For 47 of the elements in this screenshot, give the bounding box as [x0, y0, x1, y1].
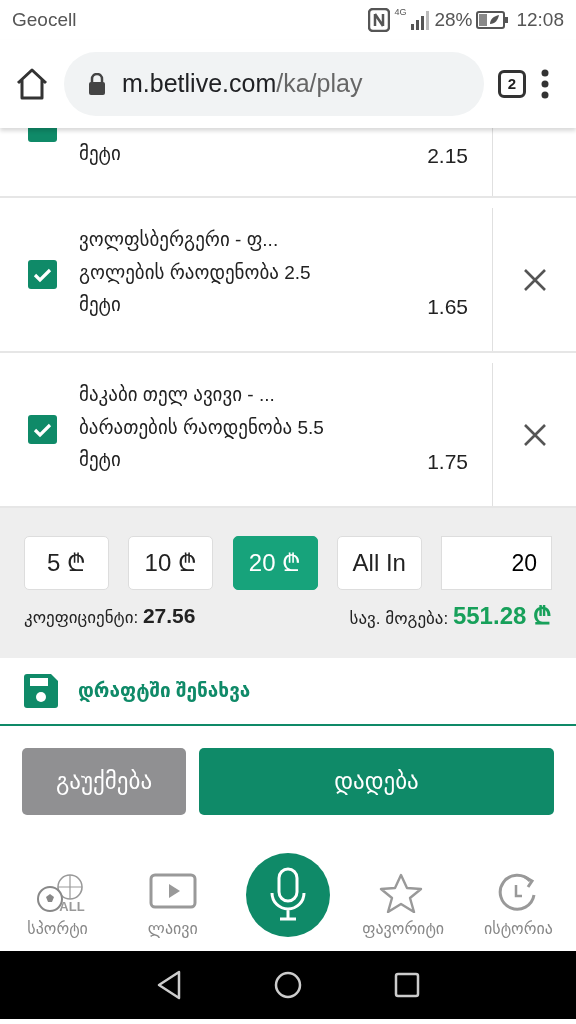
save-icon[interactable]	[24, 674, 58, 708]
checkbox[interactable]	[28, 128, 57, 142]
match-title: მაკაბი თელ ავივი - ...	[79, 383, 276, 408]
nav-tab[interactable]: ლაივი	[147, 873, 198, 941]
signal-icon	[410, 10, 431, 30]
market-name: ბარათების რაოდენობა 5.5	[79, 415, 325, 441]
pick-label: მეტი	[79, 447, 121, 473]
stake-button[interactable]: 5 ₾	[24, 536, 109, 590]
stake-button[interactable]: All In	[336, 536, 422, 590]
place-bet-button[interactable]: დადება	[199, 748, 554, 815]
payout-text: სავ. მოგება: 551.28 ₾	[349, 601, 552, 631]
nfc-icon	[368, 8, 391, 32]
nav-tab[interactable]: ისტორია	[484, 873, 553, 941]
battery-percent: 28%	[434, 7, 473, 32]
home-circle-icon[interactable]	[274, 971, 302, 999]
icon-text: ALL	[59, 900, 85, 913]
close-icon[interactable]	[522, 422, 547, 447]
back-icon[interactable]	[156, 970, 182, 1000]
market-name: გოლების რაოდენობა 2.5	[79, 260, 312, 286]
cancel-button[interactable]: გაუქმება	[22, 748, 186, 815]
url-text: m.betlive.com/ka/play	[122, 68, 363, 100]
odds-value: 2.15	[427, 143, 468, 169]
network-type: 4G	[394, 5, 407, 19]
battery-icon	[476, 11, 509, 29]
tab-count-button[interactable]: 2	[498, 70, 526, 98]
close-icon[interactable]	[522, 267, 547, 292]
pick-label: მეტი	[79, 142, 121, 167]
recents-icon[interactable]	[394, 972, 420, 998]
clock: 12:08	[516, 7, 564, 32]
coefficient-text: კოეფიციენტი: 27.56	[24, 603, 196, 630]
nav-tab[interactable]: ფავორიტი	[362, 873, 445, 941]
odds-value: 1.65	[427, 293, 468, 320]
stake-button[interactable]: 10 ₾	[128, 536, 214, 590]
carrier-name: Geocell	[12, 7, 77, 32]
match-title: ვოლფსბერგერი - ფ...	[79, 228, 280, 253]
nav-tab[interactable]: ALL სპორტი	[27, 873, 88, 941]
more-menu-icon[interactable]	[540, 69, 550, 99]
checkbox[interactable]	[28, 415, 57, 444]
stake-input[interactable]: 20	[441, 536, 552, 590]
save-draft-link[interactable]: დრაფტში შენახვა	[78, 676, 251, 706]
odds-value: 1.75	[427, 448, 468, 475]
checkbox[interactable]	[28, 260, 57, 289]
stake-button[interactable]: 20 ₾	[232, 536, 318, 590]
lock-icon	[88, 73, 106, 95]
pick-label: მეტი	[79, 292, 121, 318]
address-bar[interactable]: m.betlive.com/ka/play	[64, 52, 484, 116]
home-icon[interactable]	[14, 66, 50, 102]
